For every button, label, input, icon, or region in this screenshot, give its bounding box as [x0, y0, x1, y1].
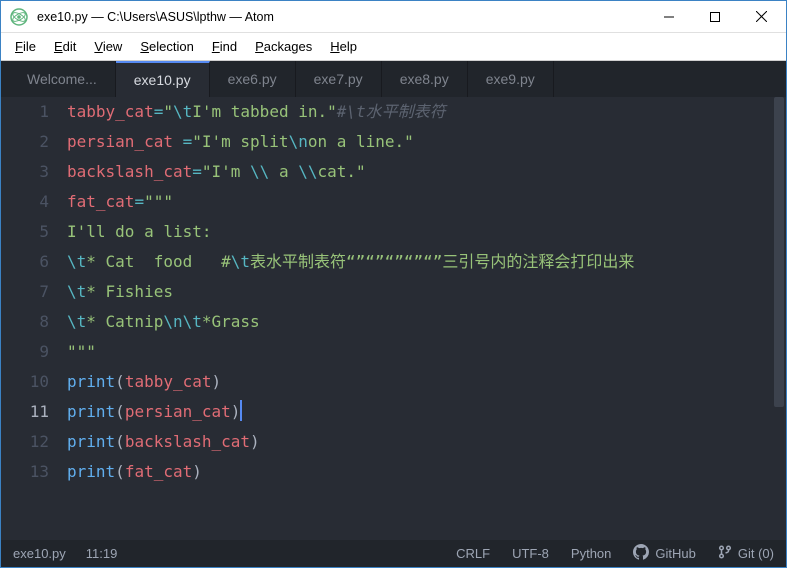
menu-edit[interactable]: Edit	[46, 36, 84, 57]
tab-exe10-py[interactable]: exe10.py	[116, 61, 210, 97]
status-file[interactable]: exe10.py	[13, 546, 66, 561]
status-git[interactable]: Git (0)	[718, 545, 774, 562]
line-number: 6	[1, 247, 49, 277]
menubar: File Edit View Selection Find Packages H…	[1, 33, 786, 61]
code-line[interactable]: \t* Catnip\n\t*Grass	[67, 307, 786, 337]
titlebar: exe10.py — C:\Users\ASUS\lpthw — Atom	[1, 1, 786, 33]
line-number: 4	[1, 187, 49, 217]
tab-exe9-py[interactable]: exe9.py	[468, 61, 554, 97]
tab-welcome-[interactable]: Welcome...	[9, 61, 116, 97]
tab-exe8-py[interactable]: exe8.py	[382, 61, 468, 97]
line-number: 2	[1, 127, 49, 157]
line-number: 11	[1, 397, 49, 427]
status-encoding[interactable]: UTF-8	[512, 546, 549, 561]
code-line[interactable]: print(backslash_cat)	[67, 427, 786, 457]
menu-label: ile	[23, 39, 36, 54]
menu-selection[interactable]: Selection	[132, 36, 201, 57]
tab-exe6-py[interactable]: exe6.py	[210, 61, 296, 97]
status-github-label: GitHub	[655, 546, 695, 561]
menu-label: dit	[63, 39, 77, 54]
line-number: 7	[1, 277, 49, 307]
code-line[interactable]: fat_cat="""	[67, 187, 786, 217]
line-number: 10	[1, 367, 49, 397]
tab-exe7-py[interactable]: exe7.py	[296, 61, 382, 97]
code-line[interactable]: print(fat_cat)	[67, 457, 786, 487]
code[interactable]: tabby_cat="\tI'm tabbed in."#\t水平制表符pers…	[67, 97, 786, 540]
code-area[interactable]: 12345678910111213 tabby_cat="\tI'm tabbe…	[1, 97, 786, 540]
menu-file[interactable]: File	[7, 36, 44, 57]
menu-help[interactable]: Help	[322, 36, 365, 57]
scrollbar-thumb[interactable]	[774, 97, 784, 407]
code-line[interactable]: \t* Fishies	[67, 277, 786, 307]
minimize-button[interactable]	[646, 1, 692, 32]
line-number: 3	[1, 157, 49, 187]
vertical-scrollbar[interactable]	[772, 97, 786, 540]
code-line[interactable]: persian_cat ="I'm split\non a line."	[67, 127, 786, 157]
line-number: 1	[1, 97, 49, 127]
window-title: exe10.py — C:\Users\ASUS\lpthw — Atom	[35, 10, 646, 24]
tabs: Welcome...exe10.pyexe6.pyexe7.pyexe8.pye…	[1, 61, 786, 97]
menu-label: elp	[340, 39, 357, 54]
menu-packages[interactable]: Packages	[247, 36, 320, 57]
status-grammar[interactable]: Python	[571, 546, 611, 561]
status-git-label: Git (0)	[738, 546, 774, 561]
status-github[interactable]: GitHub	[633, 544, 695, 563]
line-number: 9	[1, 337, 49, 367]
github-icon	[633, 544, 649, 563]
menu-label: iew	[103, 39, 123, 54]
code-line[interactable]: \t* Cat food #\t表水平制表符“”“”“”“”“”三引号内的注释会…	[67, 247, 786, 277]
code-line[interactable]: tabby_cat="\tI'm tabbed in."#\t水平制表符	[67, 97, 786, 127]
line-number: 5	[1, 217, 49, 247]
code-line[interactable]: I'll do a list:	[67, 217, 786, 247]
status-eol[interactable]: CRLF	[456, 546, 490, 561]
maximize-button[interactable]	[692, 1, 738, 32]
line-number: 12	[1, 427, 49, 457]
status-cursor[interactable]: 11:19	[86, 546, 118, 561]
code-line[interactable]: backslash_cat="I'm \\ a \\cat."	[67, 157, 786, 187]
text-cursor	[240, 400, 242, 421]
menu-label: ackages	[264, 39, 312, 54]
close-button[interactable]	[738, 1, 784, 32]
statusbar: exe10.py 11:19 CRLF UTF-8 Python GitHub …	[1, 540, 786, 567]
line-number: 8	[1, 307, 49, 337]
menu-find[interactable]: Find	[204, 36, 245, 57]
window-controls	[646, 1, 784, 32]
editor-area: Welcome...exe10.pyexe6.pyexe7.pyexe8.pye…	[1, 61, 786, 540]
menu-view[interactable]: View	[86, 36, 130, 57]
code-line[interactable]: """	[67, 337, 786, 367]
app-icon	[9, 7, 29, 27]
gutter: 12345678910111213	[1, 97, 67, 540]
git-branch-icon	[718, 545, 732, 562]
menu-label: ind	[220, 39, 237, 54]
code-line[interactable]: print(persian_cat)	[67, 397, 786, 427]
code-line[interactable]: print(tabby_cat)	[67, 367, 786, 397]
line-number: 13	[1, 457, 49, 487]
menu-label: election	[149, 39, 194, 54]
